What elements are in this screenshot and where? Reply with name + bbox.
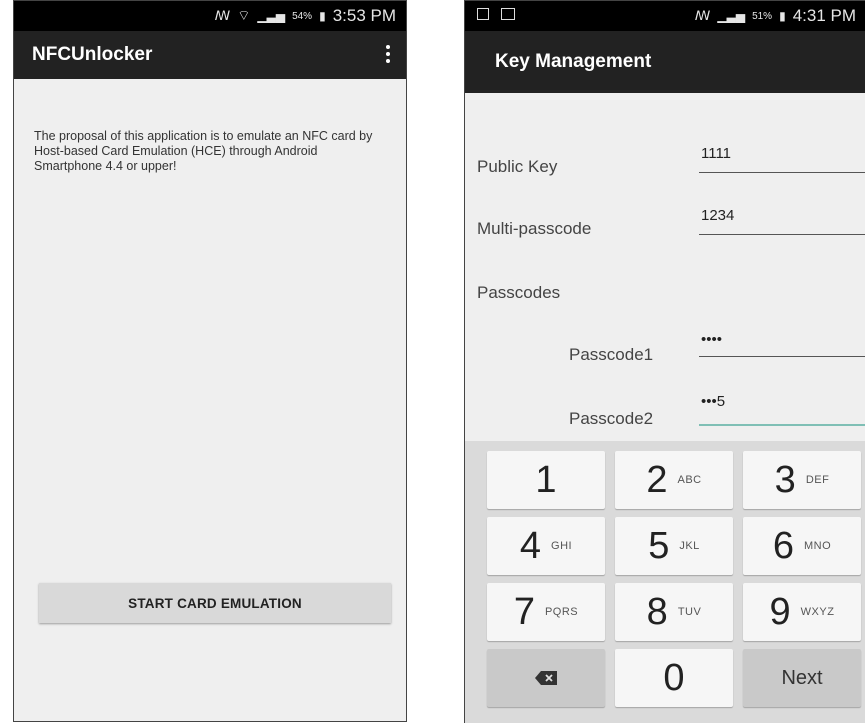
status-time: 4:31 PM xyxy=(792,6,856,25)
backspace-key[interactable] xyxy=(487,649,605,707)
app-title: Key Management xyxy=(495,51,652,72)
multi-passcode-label: Multi-passcode xyxy=(477,219,592,238)
key-7[interactable]: 7 PQRS xyxy=(487,583,605,641)
backspace-icon xyxy=(535,671,557,685)
start-card-emulation-button[interactable]: START CARD EMULATION xyxy=(39,583,391,623)
app-title: NFCUnlocker xyxy=(32,44,153,65)
passcodes-label: Passcodes xyxy=(477,283,561,302)
numeric-keyboard: 1 2 ABC 3 DEF 4 GHI 5 JKL 6 MNO 7 PQRS 8 TUV 9W… xyxy=(465,441,865,723)
battery-percent: 51% xyxy=(752,10,773,22)
overflow-menu-icon[interactable] xyxy=(386,45,392,63)
nfc-icon: ꟿ xyxy=(694,8,711,23)
nfc-icon: ꟿ xyxy=(214,8,231,23)
key-1[interactable]: 1 xyxy=(487,451,605,509)
app-bar: Key Management xyxy=(465,31,865,93)
key-9[interactable]: 9 WXYZ xyxy=(743,583,861,641)
screenshot-icon xyxy=(477,8,489,20)
next-key[interactable]: Next xyxy=(743,649,861,707)
passcode2-label: Passcode2 xyxy=(569,409,654,428)
key-4[interactable]: 4 GHI xyxy=(487,517,605,575)
key-8[interactable]: 8 TUV xyxy=(615,583,733,641)
passcode1-input[interactable]: •••• xyxy=(699,331,865,357)
app-bar: NFCUnlocker xyxy=(14,31,406,79)
passcode1-label: Passcode1 xyxy=(569,345,654,364)
key-2[interactable]: 2 ABC xyxy=(615,451,733,509)
key-6[interactable]: 6 MNO xyxy=(743,517,861,575)
keyboard-notification-icon xyxy=(501,8,515,20)
public-key-input[interactable]: 1111 xyxy=(699,145,865,173)
key-5[interactable]: 5 JKL xyxy=(615,517,733,575)
status-bar: ꟿ ▁▃▅ 51% ▮ 4:31 PM xyxy=(465,1,865,31)
description-text: The proposal of this application is to e… xyxy=(34,129,373,173)
multi-passcode-input[interactable]: 1234 xyxy=(699,207,865,235)
public-key-label: Public Key xyxy=(477,157,558,176)
battery-icon: ▮ xyxy=(319,9,326,23)
wifi-icon: ⌔ xyxy=(237,7,251,23)
left-phone-screen: ꟿ ⌔ ▁▃▅ 54% ▮ 3:53 PM NFCUnlocker The pr… xyxy=(13,0,407,722)
status-bar: ꟿ ⌔ ▁▃▅ 54% ▮ 3:53 PM xyxy=(14,1,406,31)
key-3[interactable]: 3 DEF xyxy=(743,451,861,509)
signal-icon: ▁▃▅ xyxy=(717,9,746,23)
right-phone-screen: ꟿ ▁▃▅ 51% ▮ 4:31 PM Key Management Publi… xyxy=(464,0,865,723)
status-time: 3:53 PM xyxy=(332,6,396,25)
battery-icon: ▮ xyxy=(779,9,786,23)
key-0[interactable]: 0 xyxy=(615,649,733,707)
passcode2-input[interactable]: •••5 xyxy=(699,393,865,426)
signal-icon: ▁▃▅ xyxy=(257,9,286,23)
battery-percent: 54% xyxy=(292,10,313,22)
